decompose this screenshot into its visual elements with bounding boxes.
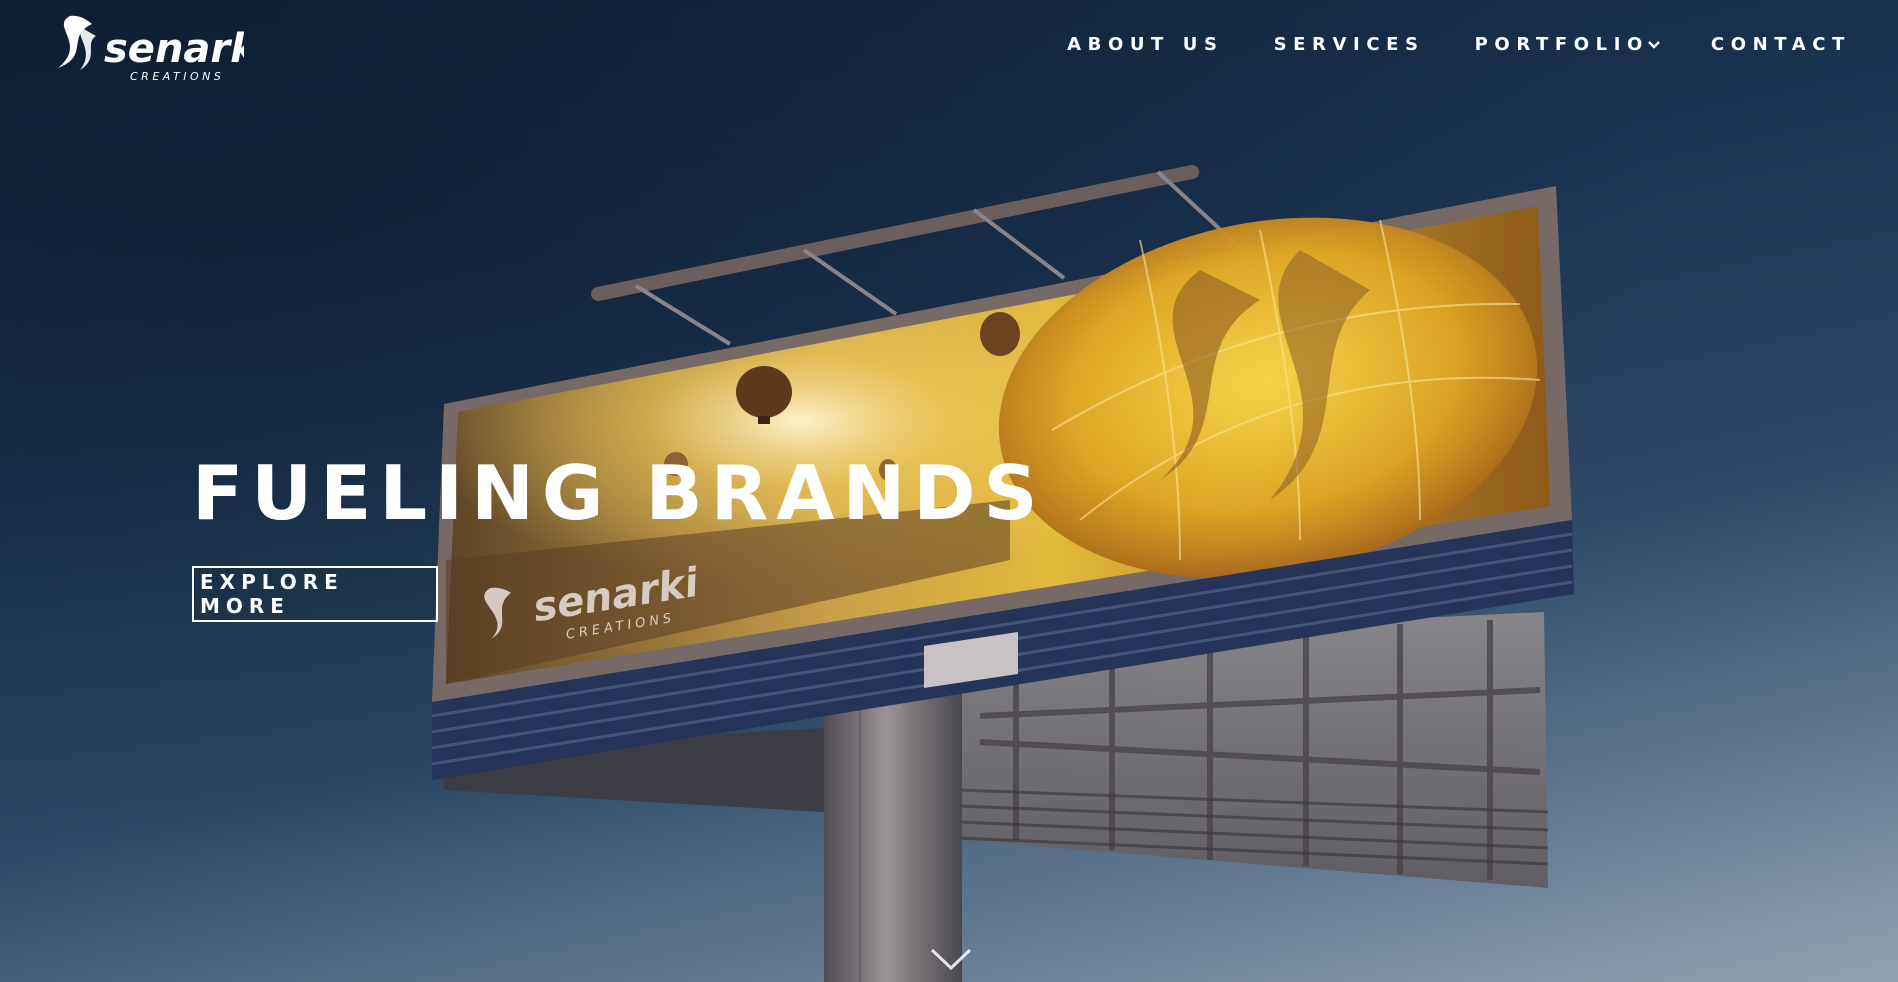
hero-headline: FUELING BRANDS: [192, 449, 1046, 537]
svg-text:CREATIONS: CREATIONS: [130, 70, 224, 83]
chevron-down-icon: [1648, 40, 1660, 49]
scroll-down-chevron-icon[interactable]: [928, 944, 974, 974]
svg-text:senarki: senarki: [104, 26, 244, 72]
nav-about-us[interactable]: ABOUT US: [1067, 34, 1224, 55]
nav-portfolio-label: PORTFOLIO: [1474, 34, 1649, 55]
explore-more-label: EXPLORE MORE: [200, 570, 344, 618]
senarki-logo[interactable]: senarki CREATIONS: [44, 14, 244, 84]
nav-services-label: SERVICES: [1273, 34, 1425, 55]
main-menu: ABOUT US SERVICES PORTFOLIO CONTACT: [1067, 34, 1851, 55]
nav-services[interactable]: SERVICES: [1274, 34, 1425, 55]
nav-portfolio[interactable]: PORTFOLIO: [1475, 34, 1661, 55]
nav-contact[interactable]: CONTACT: [1711, 34, 1851, 55]
explore-more-button[interactable]: EXPLORE MORE: [192, 566, 438, 622]
top-navigation: senarki CREATIONS ABOUT US SERVICES PORT…: [0, 0, 1898, 95]
nav-contact-label: CONTACT: [1710, 34, 1851, 55]
nav-about-us-label: ABOUT US: [1067, 34, 1224, 55]
